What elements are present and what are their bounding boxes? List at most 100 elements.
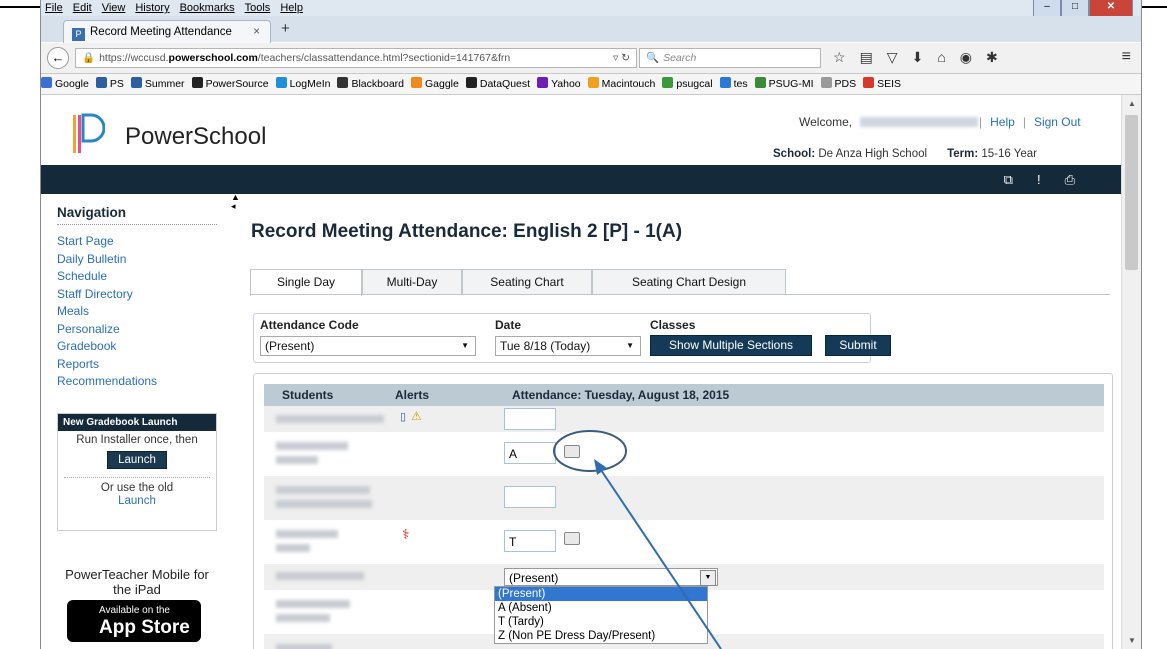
url-bar[interactable]: 🔒 https://wccusd.powerschool.com/teachers… <box>75 48 637 68</box>
mobile-promo-text: PowerTeacher Mobile for the iPad <box>65 567 209 597</box>
back-button[interactable]: ← <box>47 47 69 69</box>
tab-multi-day[interactable]: Multi-Day <box>362 269 462 295</box>
scroll-down-icon[interactable]: ▼ <box>1128 636 1136 645</box>
close-tab-icon[interactable]: × <box>253 21 260 43</box>
download-icon[interactable]: ⬇ <box>912 49 938 65</box>
bookmark-item[interactable]: Gaggle <box>411 74 459 94</box>
nav-link-schedule[interactable]: Schedule <box>57 268 217 286</box>
bookmark-item[interactable]: Macintouch <box>587 74 655 94</box>
bookmark-item[interactable]: Blackboard <box>337 74 404 94</box>
student-name-redacted[interactable] <box>276 644 332 649</box>
scrollbar-thumb[interactable] <box>1125 115 1138 270</box>
attendance-code-select[interactable]: (Present) ▼ <box>260 336 476 356</box>
menu-help[interactable]: Help <box>280 0 303 16</box>
nav-link-start-page[interactable]: Start Page <box>57 233 217 251</box>
attendance-code-input[interactable]: T <box>504 530 556 552</box>
attendance-code-input[interactable] <box>504 486 556 508</box>
student-name-redacted[interactable] <box>276 415 384 423</box>
comment-icon[interactable] <box>564 445 580 458</box>
vertical-scrollbar[interactable]: ▲ ▼ <box>1121 95 1141 649</box>
attendance-code-dropdown[interactable]: (Present) ▼ <box>504 568 718 586</box>
bookmark-star-icon[interactable]: ☆ <box>833 49 860 65</box>
bookmark-item[interactable]: DataQuest <box>465 74 530 94</box>
classes-label: Classes <box>650 318 696 332</box>
tab-single-day[interactable]: Single Day <box>250 269 362 296</box>
bookmark-item[interactable]: Google <box>41 74 89 94</box>
menu-edit[interactable]: Edit <box>73 0 92 16</box>
hamburger-menu-icon[interactable]: ≡ <box>1122 48 1131 66</box>
scroll-up-icon[interactable]: ▲ <box>1128 99 1136 108</box>
school-value: De Anza High School <box>818 148 928 160</box>
nav-link-reports[interactable]: Reports <box>57 356 217 374</box>
nav-link-personalize[interactable]: Personalize <box>57 321 217 339</box>
alert-icon[interactable]: ! <box>1037 172 1065 187</box>
bookmark-item[interactable]: LogMeIn <box>275 74 330 94</box>
minimize-button[interactable]: – <box>1033 0 1061 17</box>
bookmark-favicon-icon <box>754 77 766 88</box>
bookmark-item[interactable]: Summer <box>130 74 185 94</box>
bookmark-item[interactable]: PSUG-MI <box>754 74 814 94</box>
welcome-label: Welcome, <box>799 115 853 129</box>
bookmark-item[interactable]: psugcal <box>662 74 713 94</box>
menu-file[interactable]: File <box>45 0 63 16</box>
medical-alert-icon[interactable]: ⚕ <box>402 526 410 543</box>
extension-icon[interactable]: ✱ <box>986 49 1012 65</box>
menu-view[interactable]: View <box>102 0 126 16</box>
new-tab-button[interactable]: + <box>281 20 290 37</box>
bookmark-item[interactable]: Yahoo <box>537 74 581 94</box>
option-present[interactable]: (Present) <box>495 587 707 601</box>
browser-tab[interactable]: P Record Meeting Attendance × <box>63 20 271 43</box>
external-link-icon[interactable]: ⧉ <box>1004 172 1037 187</box>
option-tardy[interactable]: T (Tardy) <box>495 615 707 629</box>
submit-button[interactable]: Submit <box>825 335 891 356</box>
bookmark-item[interactable]: PS <box>95 74 124 94</box>
nav-link-gradebook[interactable]: Gradebook <box>57 338 217 356</box>
app-store-badge[interactable]: Available on the App Store <box>67 600 201 642</box>
launch-button[interactable]: Launch <box>107 451 167 469</box>
search-input[interactable]: 🔍 Search <box>639 48 821 68</box>
student-name-redacted[interactable] <box>276 530 338 538</box>
student-name-redacted[interactable] <box>276 572 364 580</box>
nav-link-recommendations[interactable]: Recommendations <box>57 373 217 391</box>
nav-link-meals[interactable]: Meals <box>57 303 217 321</box>
attendance-code-value: (Present) <box>265 339 315 353</box>
student-name-redacted[interactable] <box>276 442 348 450</box>
tab-seating-chart-design[interactable]: Seating Chart Design <box>592 269 786 295</box>
pocket-icon[interactable]: ▽ <box>887 49 912 65</box>
bookmark-label: SEIS <box>877 78 902 90</box>
help-link[interactable]: Help <box>990 115 1015 129</box>
info-alert-icon[interactable]: ▯ <box>400 410 406 423</box>
close-window-button[interactable]: ✕ <box>1089 0 1133 17</box>
student-name-redacted[interactable] <box>276 486 370 494</box>
sign-out-link[interactable]: Sign Out <box>1034 115 1081 129</box>
tab-seating-chart[interactable]: Seating Chart <box>462 269 592 295</box>
reading-list-icon[interactable]: ▤ <box>860 49 887 65</box>
show-multiple-sections-button[interactable]: Show Multiple Sections <box>650 335 812 356</box>
student-name-redacted[interactable] <box>276 600 350 608</box>
menu-history[interactable]: History <box>135 0 169 16</box>
chat-icon[interactable]: ◉ <box>960 49 986 65</box>
comment-icon[interactable] <box>564 532 580 545</box>
nav-link-staff-directory[interactable]: Staff Directory <box>57 286 217 304</box>
chevron-down-icon[interactable]: ▼ <box>700 570 716 586</box>
reload-icon[interactable]: ▿ ↻ <box>613 49 630 67</box>
warning-alert-icon[interactable]: ⚠ <box>411 409 422 423</box>
menu-bookmarks[interactable]: Bookmarks <box>180 0 235 16</box>
old-launch-link[interactable]: Launch <box>118 495 156 507</box>
date-select[interactable]: Tue 8/18 (Today) ▼ <box>495 336 641 356</box>
maximize-button[interactable]: □ <box>1061 0 1089 17</box>
nav-link-daily-bulletin[interactable]: Daily Bulletin <box>57 251 217 269</box>
gradebook-box-header: New Gradebook Launch <box>58 414 216 431</box>
bookmark-item[interactable]: SEIS <box>863 74 901 94</box>
print-icon[interactable]: ⎙ <box>1065 172 1099 187</box>
option-non-pe-dress[interactable]: Z (Non PE Dress Day/Present) <box>495 629 707 643</box>
option-absent[interactable]: A (Absent) <box>495 601 707 615</box>
menu-tools[interactable]: Tools <box>245 0 271 16</box>
bookmark-item[interactable]: tes <box>719 74 748 94</box>
home-icon[interactable]: ⌂ <box>937 49 959 65</box>
bookmark-item[interactable]: PowerSource <box>191 74 269 94</box>
attendance-code-input[interactable]: A <box>504 442 556 464</box>
collapse-sidebar-icon[interactable]: ▲ ◂ <box>231 193 240 211</box>
attendance-code-input[interactable] <box>504 408 556 430</box>
bookmark-item[interactable]: PDS <box>820 74 856 94</box>
